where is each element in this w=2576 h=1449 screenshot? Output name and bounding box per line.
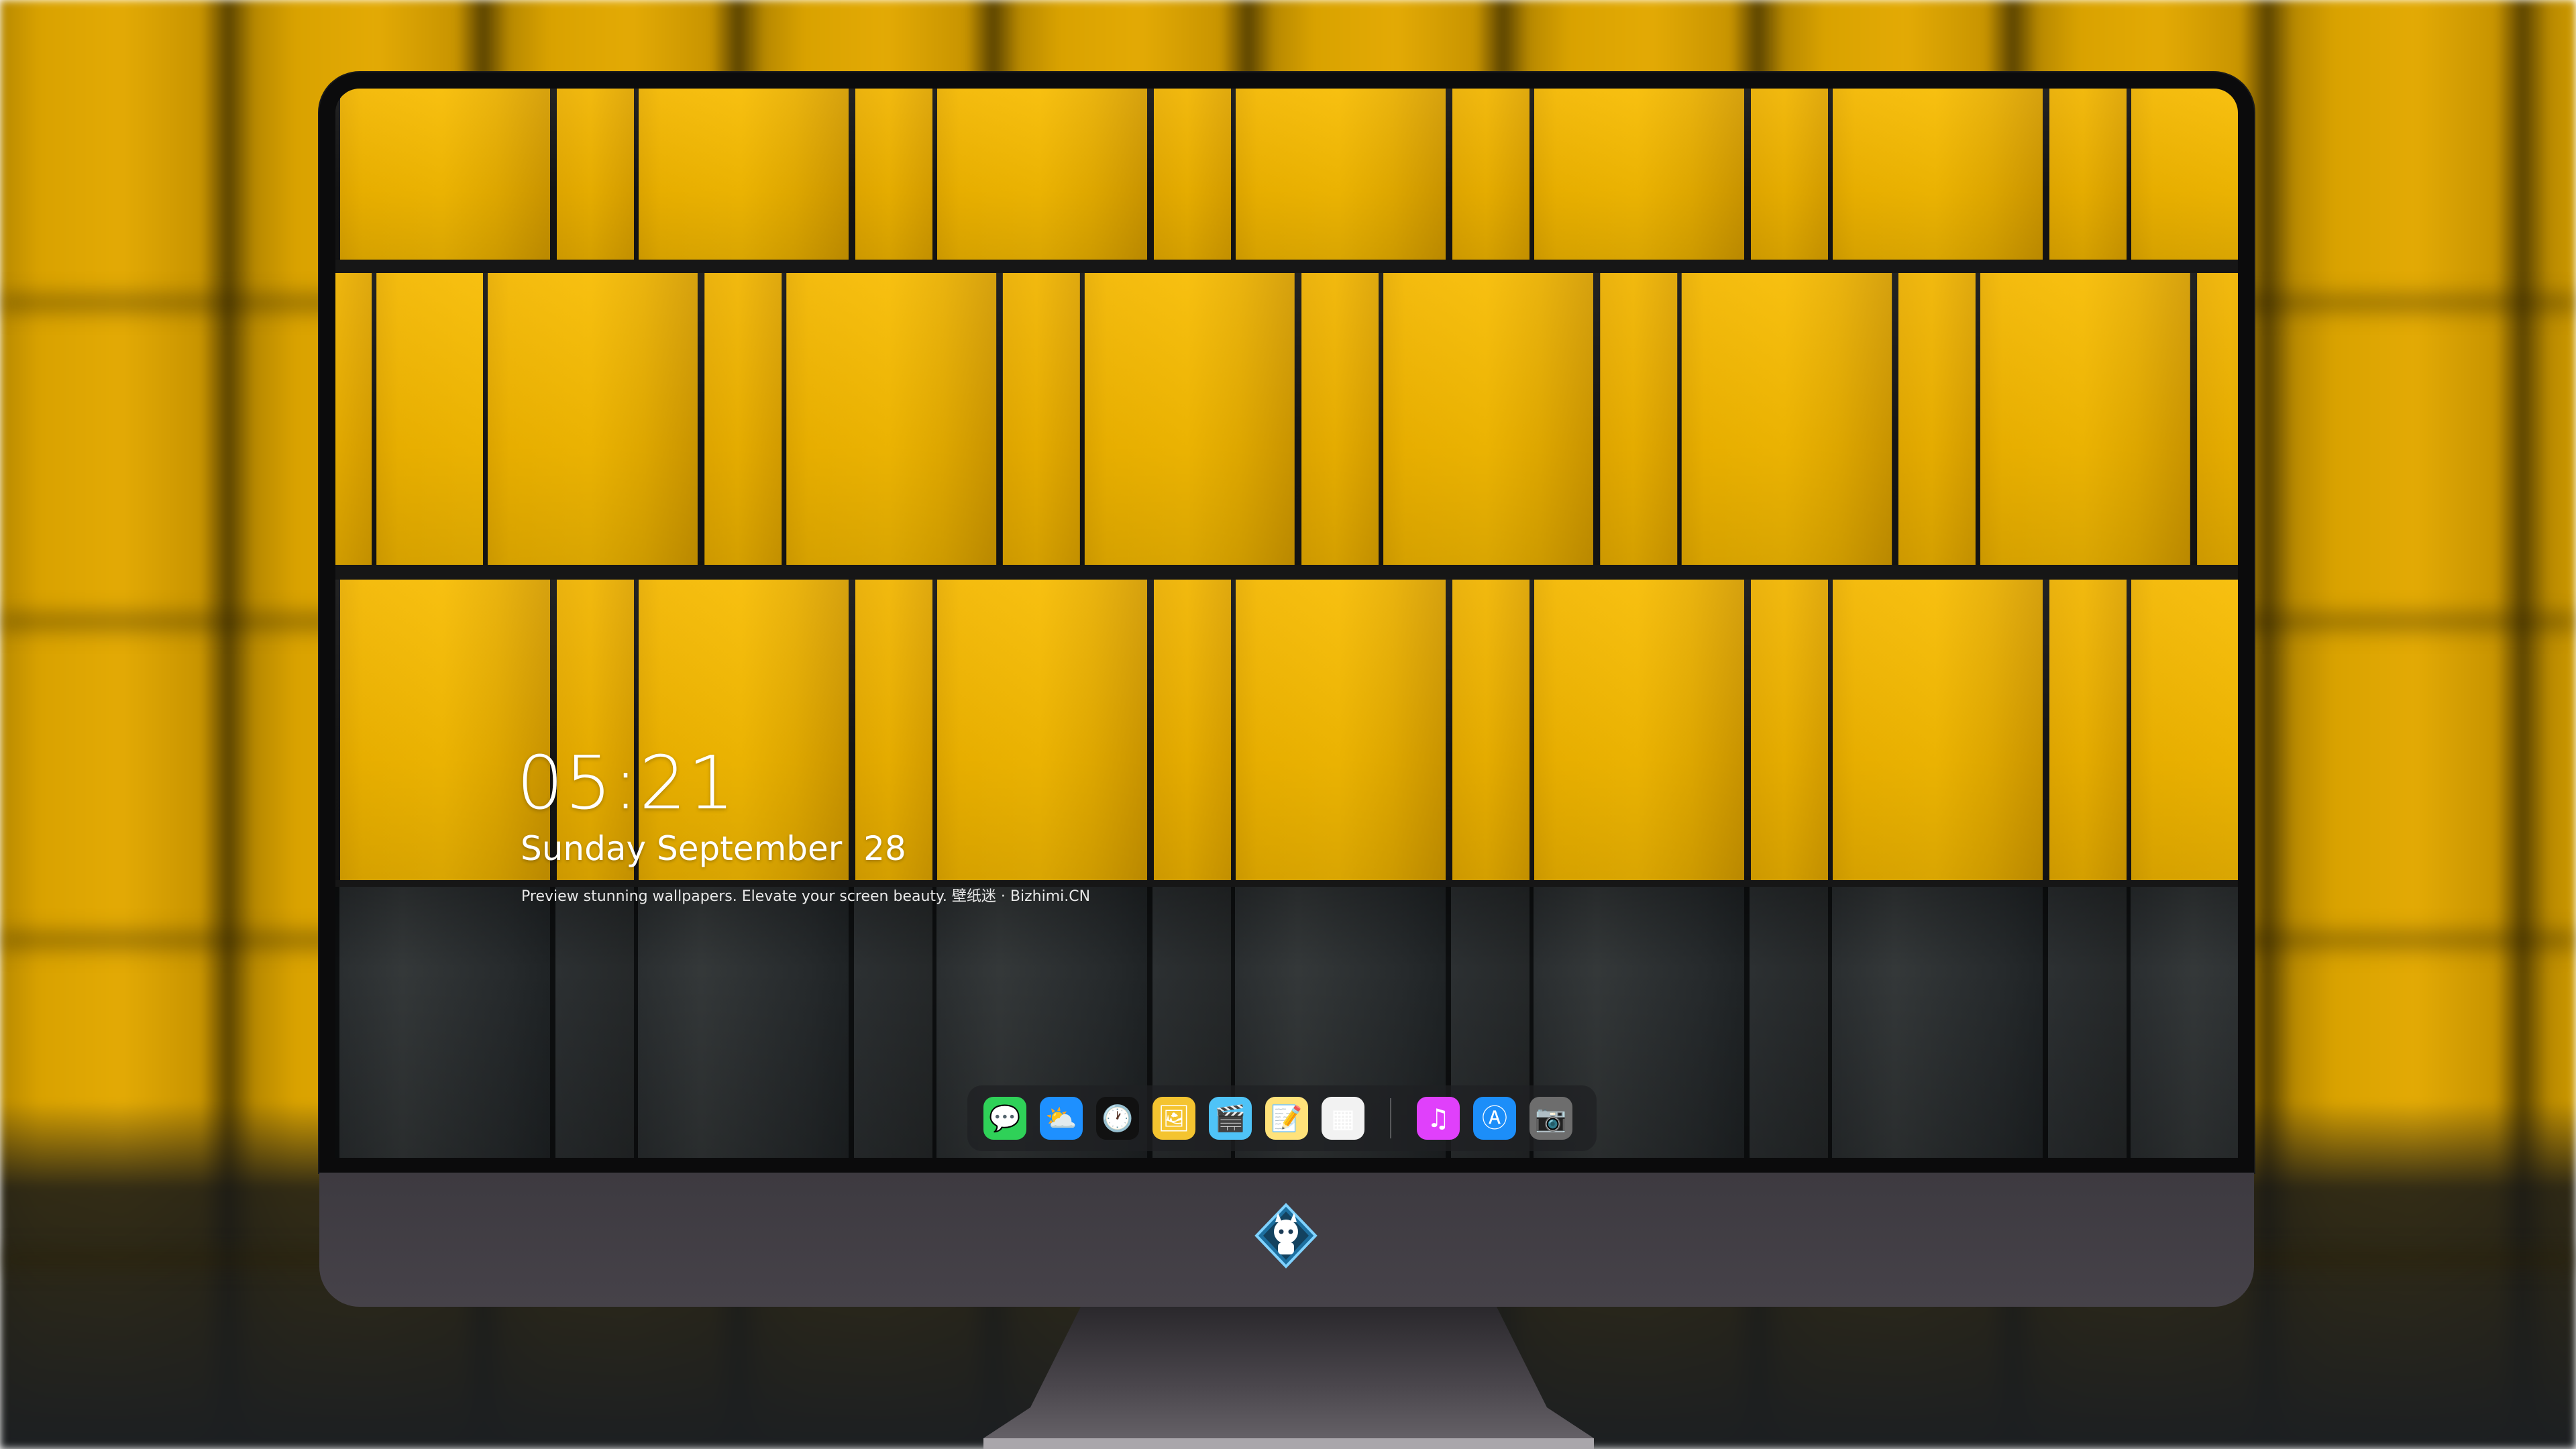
dock-apps-right: ♫ Ⓐ 📷 <box>1417 1097 1572 1140</box>
photos-grid-icon[interactable]: ▦ <box>1322 1097 1364 1140</box>
monitor-stand <box>983 1307 1594 1449</box>
notes-icon[interactable]: 📝 <box>1265 1097 1308 1140</box>
panel-row-1 <box>335 89 2238 260</box>
clock-icon[interactable]: 🕐 <box>1096 1097 1139 1140</box>
music-note-icon[interactable]: ♫ <box>1417 1097 1460 1140</box>
dock-apps-left: 💬 ⛅ 🕐 🖼 🎬 📝 ▦ <box>983 1097 1364 1140</box>
panel-row-2 <box>335 273 2238 565</box>
app-store-icon[interactable]: Ⓐ <box>1473 1097 1516 1140</box>
clapperboard-icon[interactable]: 🎬 <box>1209 1097 1252 1140</box>
preview-icon[interactable]: 🖼 <box>1152 1097 1195 1140</box>
lock-date: Sunday September 28 <box>521 829 906 868</box>
cloud-sun-icon[interactable]: ⛅ <box>1040 1097 1083 1140</box>
dock: 💬 ⛅ 🕐 🖼 🎬 📝 ▦ ♫ Ⓐ 📷 <box>967 1085 1597 1151</box>
chat-bubble-icon[interactable]: 💬 <box>983 1097 1026 1140</box>
lock-clock: 05:21 <box>517 740 737 826</box>
monitor-bezel: 05:21 Sunday September 28 Preview stunni… <box>319 72 2254 1173</box>
lock-screen[interactable]: 05:21 Sunday September 28 Preview stunni… <box>335 89 2238 1158</box>
lock-tagline: Preview stunning wallpapers. Elevate you… <box>521 888 1091 905</box>
camera-icon[interactable]: 📷 <box>1529 1097 1572 1140</box>
dock-divider <box>1390 1098 1391 1138</box>
monitor: 05:21 Sunday September 28 Preview stunni… <box>319 72 2254 1307</box>
mascot-logo-icon <box>1254 1203 1318 1269</box>
